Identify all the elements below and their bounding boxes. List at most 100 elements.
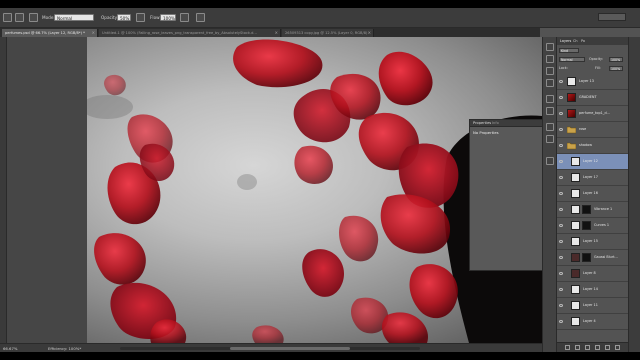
layer-row[interactable]: Layer 8 [557, 266, 629, 282]
layer-row[interactable]: Vibrance 1 [557, 202, 629, 218]
clone-source-icon[interactable] [546, 79, 554, 87]
layer-name[interactable]: Layer 15 [583, 239, 598, 243]
layer-mask-thumbnail[interactable] [582, 205, 591, 214]
visibility-eye-icon[interactable] [559, 256, 563, 259]
visibility-eye-icon[interactable] [559, 320, 563, 323]
layer-name[interactable]: shadow [579, 143, 592, 147]
close-icon[interactable]: × [368, 29, 371, 37]
layer-row[interactable]: Layer 17 [557, 170, 629, 186]
canvas-area[interactable] [7, 37, 542, 343]
close-icon[interactable]: × [92, 29, 95, 37]
add-mask-icon[interactable] [585, 345, 590, 350]
visibility-eye-icon[interactable] [559, 272, 563, 275]
visibility-eye-icon[interactable] [559, 96, 563, 99]
layers-panel[interactable]: Layers Ch Pa Kind Normal Opacity: 100% L… [556, 37, 629, 352]
layer-row[interactable]: Layer 15 [557, 234, 629, 250]
visibility-eye-icon[interactable] [559, 144, 563, 147]
horizontal-scrollbar[interactable] [120, 347, 420, 350]
visibility-eye-icon[interactable] [559, 176, 563, 179]
layer-mask-thumbnail[interactable] [582, 221, 591, 230]
visibility-eye-icon[interactable] [559, 112, 563, 115]
tab-properties[interactable]: Properties [473, 121, 491, 125]
visibility-eye-icon[interactable] [559, 128, 563, 131]
visibility-eye-icon[interactable] [559, 224, 563, 227]
tab-paths[interactable]: Pa [581, 39, 585, 43]
visibility-eye-icon[interactable] [559, 160, 563, 163]
layer-name[interactable]: Layer 17 [583, 175, 598, 179]
layer-name[interactable]: rose [579, 127, 586, 131]
workspace-switcher[interactable] [598, 13, 626, 21]
mode-select[interactable]: Normal [54, 14, 94, 21]
layer-row[interactable]: Layer 12 [557, 154, 629, 170]
toggle-brush-panel-icon[interactable] [29, 13, 38, 22]
visibility-eye-icon[interactable] [559, 208, 563, 211]
layer-row[interactable]: Gaussi Blurt... [557, 250, 629, 266]
pressure-opacity-icon[interactable] [136, 13, 145, 22]
layer-row[interactable]: shadow [557, 138, 629, 154]
tools-panel[interactable] [0, 37, 7, 343]
layer-mask-thumbnail[interactable] [582, 253, 591, 262]
character-icon[interactable] [546, 95, 554, 103]
fill-field[interactable]: 100% [609, 66, 623, 71]
tab-untitled-1[interactable]: Untitled-1 @ 100% (Falling_rose_leaves_p… [99, 29, 281, 37]
layer-name[interactable]: Curves 1 [594, 223, 609, 227]
adjustments-icon[interactable] [546, 157, 554, 165]
layer-row[interactable]: Layer 16 [557, 186, 629, 202]
layer-name[interactable]: perfume_top1_d... [579, 111, 610, 115]
layer-name[interactable]: GRADIENT [579, 95, 597, 99]
layer-row[interactable]: Layer 4 [557, 314, 629, 330]
new-layer-icon[interactable] [615, 345, 620, 350]
layer-row[interactable]: Layer 13 [557, 74, 629, 90]
airbrush-icon[interactable] [180, 13, 189, 22]
tab-channels[interactable]: Ch [573, 39, 578, 43]
info-icon[interactable] [546, 123, 554, 131]
layer-name[interactable]: Layer 14 [583, 287, 598, 291]
brush-preset-icon[interactable] [15, 13, 24, 22]
flow-field[interactable]: 100% [160, 14, 176, 21]
filter-kind-select[interactable]: Kind [559, 48, 579, 53]
actions-icon[interactable] [546, 55, 554, 63]
tab-layers[interactable]: Layers [560, 39, 571, 43]
tab-perfumes[interactable]: perfumes.psd @ 66.7% (Layer 12, RGB/8*) … [2, 29, 98, 37]
new-group-icon[interactable] [605, 345, 610, 350]
layer-row[interactable]: GRADIENT [557, 90, 629, 106]
visibility-eye-icon[interactable] [559, 192, 563, 195]
close-icon[interactable]: × [275, 29, 278, 37]
efficiency-readout[interactable]: Efficiency: 100%* [48, 346, 81, 351]
visibility-eye-icon[interactable] [559, 304, 563, 307]
layer-name[interactable]: Gaussi Blurt... [594, 255, 618, 259]
layer-row[interactable]: Layer 11 [557, 298, 629, 314]
visibility-eye-icon[interactable] [559, 288, 563, 291]
layer-opacity-field[interactable]: 100% [609, 57, 623, 62]
layer-name[interactable]: Vibrance 1 [594, 207, 612, 211]
visibility-eye-icon[interactable] [559, 80, 563, 83]
tab-info[interactable]: Info [492, 121, 499, 125]
opacity-field[interactable]: 50% [117, 14, 131, 21]
properties-icon[interactable] [546, 135, 554, 143]
zoom-level[interactable]: 66.67% [3, 346, 17, 351]
layer-row[interactable]: Layer 14 [557, 282, 629, 298]
blend-mode-select[interactable]: Normal [559, 57, 585, 62]
layer-row[interactable]: rose [557, 122, 629, 138]
layer-row[interactable]: perfume_top1_d... [557, 106, 629, 122]
layer-row[interactable]: Curves 1 [557, 218, 629, 234]
tab-26509313[interactable]: 26509313 copy.jpg @ 12.5% (Layer 0, RGB/… [282, 29, 374, 37]
brush-tool-icon[interactable] [3, 13, 12, 22]
history-icon[interactable] [546, 43, 554, 51]
layer-name[interactable]: Layer 8 [583, 271, 596, 275]
layer-name[interactable]: Layer 11 [583, 303, 598, 307]
layer-name[interactable]: Layer 4 [583, 319, 596, 323]
visibility-eye-icon[interactable] [559, 240, 563, 243]
pressure-size-icon[interactable] [196, 13, 205, 22]
layer-name[interactable]: Layer 12 [583, 159, 598, 163]
brush-icon[interactable] [546, 67, 554, 75]
paragraph-icon[interactable] [546, 107, 554, 115]
link-layers-icon[interactable] [565, 345, 570, 350]
panel-collapse-strip[interactable] [628, 37, 640, 352]
scrollbar-thumb[interactable] [230, 347, 350, 350]
layer-name[interactable]: Layer 13 [579, 79, 594, 83]
properties-panel[interactable]: Properties Info No Properties [469, 119, 543, 271]
adjustment-layer-icon[interactable] [595, 345, 600, 350]
fx-icon[interactable] [575, 345, 580, 350]
layer-name[interactable]: Layer 16 [583, 191, 598, 195]
